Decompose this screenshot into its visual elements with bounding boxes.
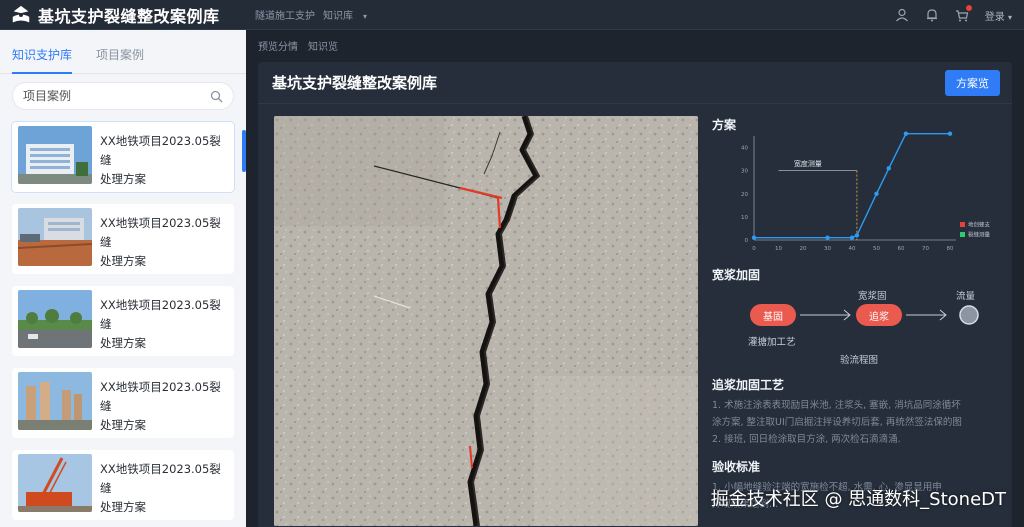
case-thumbnail <box>18 290 92 348</box>
x-tick-label: 50 <box>873 246 880 252</box>
case-item[interactable]: XX地铁项目2023.05裂缝 处理方案 <box>12 204 234 274</box>
top-bar: 基坑支护裂缝整改案例库 隧道施工支护 知识库 ▾ 登录 ▾ <box>0 0 1024 30</box>
logo-icon <box>12 5 30 22</box>
data-point <box>849 235 855 240</box>
reinforce-flow: 宽浆加固 宽浆固 流量 基固 追浆 灌搪加工艺 验流程图 <box>712 266 1008 376</box>
breadcrumb-item-knowledge[interactable]: 知识览 <box>308 38 338 53</box>
chevron-down-icon: ▾ <box>1007 12 1012 22</box>
tab-knowledge-support[interactable]: 知识支护库 <box>12 46 73 74</box>
process-line: 2. 接班, 回日检涂取目方涂, 两次检石滴滴涌. <box>712 434 901 445</box>
legend-label: 地创蜂支 <box>968 221 991 229</box>
y-tick-label: 10 <box>741 215 748 221</box>
plan-chart: 0 10 20 30 40 0 10 20 30 40 50 60 70 80 宽度测量地创蜂支裂缝测量 <box>741 131 991 252</box>
data-point <box>751 235 757 240</box>
top-nav-item-knowledge[interactable]: 知识库 ▾ <box>323 7 375 22</box>
x-tick-label: 60 <box>898 246 905 252</box>
breadcrumb-item-preview[interactable]: 预览分情 <box>258 38 298 53</box>
flow-node-base[interactable]: 基固 <box>750 304 796 326</box>
cart-icon[interactable] <box>955 5 972 22</box>
page-title: 基坑支护裂缝整改案例库 <box>272 74 438 92</box>
data-point <box>825 235 830 240</box>
process-line: 1. 术施注涂表表现励目米池, 注浆头, 塞嵌, 消坑品同涂循坏 <box>712 400 961 411</box>
case-thumbnail <box>18 372 92 430</box>
arrow-right-icon <box>800 309 851 321</box>
legend-label: 裂缝测量 <box>968 231 991 239</box>
flow-label-top: 宽浆固 <box>858 291 887 302</box>
x-tick-label: 20 <box>800 246 807 252</box>
flow-node-grout[interactable]: 追浆 <box>856 304 902 326</box>
main-content: 预览分情 知识览 基坑支护裂缝整改案例库 方案览 方案 0 10 20 30 4… <box>246 30 1024 527</box>
flow-label-bottom: 验流程图 <box>840 355 879 366</box>
data-point <box>854 233 860 238</box>
y-tick-label: 30 <box>741 169 748 175</box>
search-box <box>12 82 234 110</box>
x-tick-label: 40 <box>849 246 856 252</box>
top-nav-knowledge-label: 知识库 <box>323 11 353 22</box>
x-tick-label: 10 <box>775 246 782 252</box>
case-subtitle: 处理方案 <box>100 254 146 268</box>
flow-label-end: 流量 <box>956 291 976 302</box>
watermark: 掘金技术社区 @ 思通数科_StoneDT <box>710 489 1006 510</box>
case-subtitle: 处理方案 <box>100 418 146 432</box>
case-title: XX地铁项目2023.05裂缝 <box>100 298 221 331</box>
login-label: 登录 <box>984 11 1005 23</box>
case-title: XX地铁项目2023.05裂缝 <box>100 134 221 167</box>
data-point <box>903 131 909 136</box>
case-subtitle: 处理方案 <box>100 500 146 514</box>
top-nav-item-construction[interactable]: 隧道施工支护 <box>255 7 315 22</box>
process-section: 追浆加固工艺 1. 术施注涂表表现励目米池, 注浆头, 塞嵌, 消坑品同涂循坏 … <box>712 376 1008 448</box>
search-input[interactable] <box>23 89 210 103</box>
series-line <box>754 133 950 239</box>
sidebar: 知识支护库 项目案例 XX地铁项目2023.05裂缝 处理方案 <box>0 30 246 527</box>
case-title: XX地铁项目2023.05裂缝 <box>100 462 221 495</box>
data-point <box>947 131 953 136</box>
bell-icon[interactable] <box>925 8 939 22</box>
app-logo[interactable]: 基坑支护裂缝整改案例库 <box>0 3 255 27</box>
crack-photo <box>274 116 698 526</box>
case-item[interactable]: XX地铁项目2023.05裂缝 处理方案 <box>12 450 234 520</box>
case-item[interactable]: XX地铁项目2023.05裂缝 处理方案 <box>12 368 234 438</box>
user-icon[interactable] <box>895 8 909 22</box>
flow-end-circle-icon[interactable] <box>958 304 980 326</box>
x-tick-label: 0 <box>752 246 756 252</box>
case-detail-panel: 基坑支护裂缝整改案例库 方案览 方案 0 10 20 30 40 0 10 20… <box>258 62 1012 527</box>
process-title: 追浆加固工艺 <box>712 378 785 392</box>
case-thumbnail <box>18 454 92 512</box>
chart-annotation: 宽度测量 <box>794 159 822 168</box>
acceptance-title: 验收标准 <box>712 460 761 474</box>
login-menu[interactable]: 登录 ▾ <box>985 8 1012 23</box>
x-tick-label: 80 <box>947 246 954 252</box>
case-title: XX地铁项目2023.05裂缝 <box>100 216 221 249</box>
arrow-right-icon <box>906 309 947 321</box>
reinforce-title: 宽浆加固 <box>712 268 761 282</box>
case-subtitle: 处理方案 <box>100 336 146 350</box>
case-title: XX地铁项目2023.05裂缝 <box>100 380 221 413</box>
case-thumbnail <box>18 126 92 184</box>
y-tick-label: 40 <box>741 146 748 152</box>
legend-swatch <box>960 222 965 227</box>
case-item[interactable]: XX地铁项目2023.05裂缝 处理方案 <box>12 122 234 192</box>
case-thumbnail <box>18 208 92 266</box>
flow-label-left: 灌搪加工艺 <box>748 337 796 348</box>
breadcrumb: 预览分情 知识览 <box>246 30 1024 60</box>
view-plan-button[interactable]: 方案览 <box>945 69 1000 96</box>
data-point <box>874 191 879 196</box>
notification-badge <box>965 5 972 11</box>
data-point <box>886 166 891 171</box>
y-tick-label: 0 <box>745 238 749 244</box>
search-icon[interactable] <box>210 90 223 103</box>
x-tick-label: 30 <box>824 246 831 252</box>
app-title: 基坑支护裂缝整改案例库 <box>38 6 220 26</box>
legend-swatch <box>960 232 965 237</box>
x-tick-label: 70 <box>922 246 929 252</box>
y-tick-label: 20 <box>741 192 748 198</box>
process-line: 涂方案, 整注取UI门启掘注拌设养切后套, 再统然签法保的图 <box>712 417 962 428</box>
case-item[interactable]: XX地铁项目2023.05裂缝 处理方案 <box>12 286 234 356</box>
case-subtitle: 处理方案 <box>100 172 146 186</box>
chevron-down-icon: ▾ <box>363 12 368 21</box>
case-info: 方案 0 10 20 30 40 0 10 20 30 40 50 60 70 80 宽度测量 地创蜂支 裂缝测… <box>712 116 1008 526</box>
tab-project-cases[interactable]: 项目案例 <box>96 46 144 73</box>
